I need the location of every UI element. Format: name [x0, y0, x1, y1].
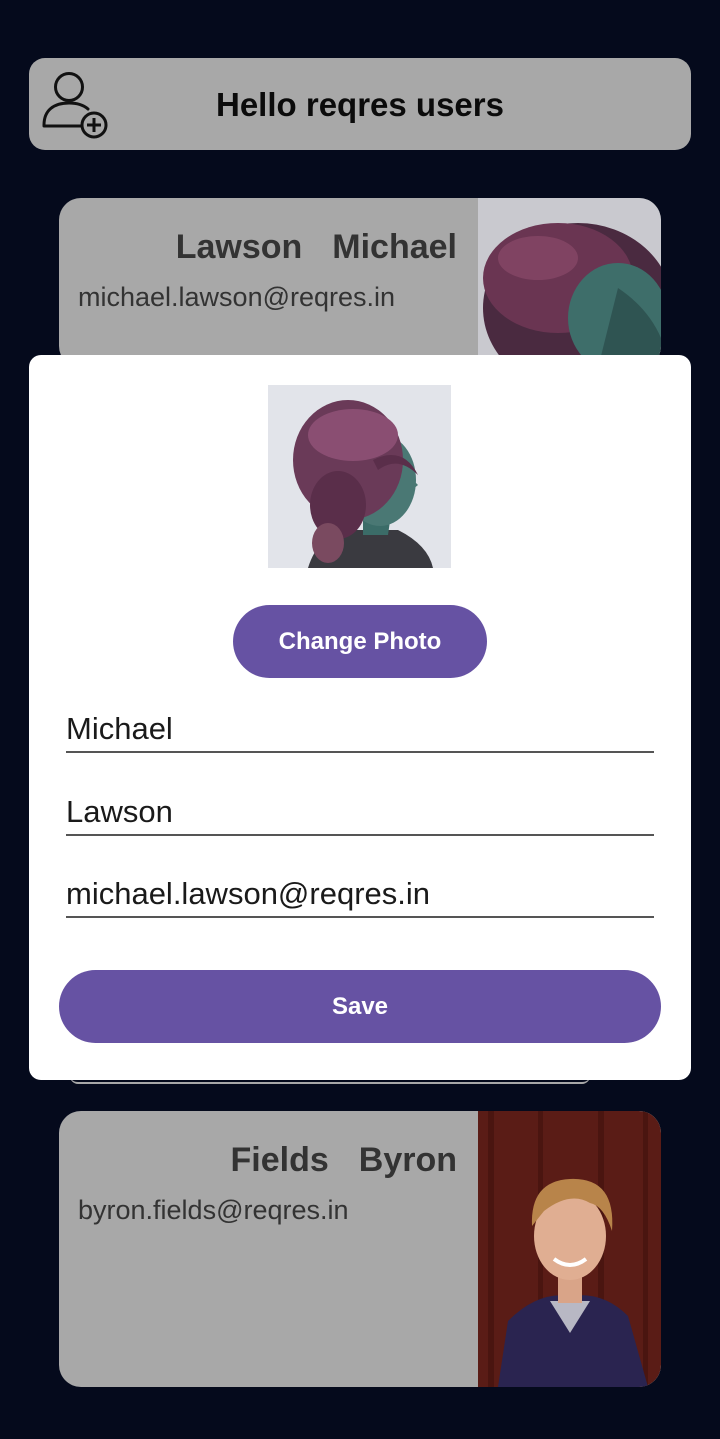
email-field[interactable] — [66, 872, 654, 918]
user-first-name: Byron — [358, 1141, 457, 1179]
user-photo-preview — [268, 385, 451, 568]
user-avatar — [478, 1111, 661, 1387]
user-card[interactable]: Lawson Michael michael.lawson@reqres.in — [59, 198, 661, 368]
app-header: Hello reqres users — [29, 58, 691, 150]
user-name: Lawson Michael — [176, 228, 457, 267]
last-name-field[interactable] — [66, 790, 654, 836]
user-first-name: Michael — [332, 228, 457, 266]
save-button[interactable]: Save — [59, 970, 661, 1043]
user-email: michael.lawson@reqres.in — [78, 282, 396, 312]
user-last-name: Lawson — [175, 228, 303, 266]
edit-user-dialog: Change Photo Save — [29, 355, 691, 1080]
user-avatar — [478, 198, 661, 368]
first-name-field[interactable] — [66, 707, 654, 753]
user-card[interactable]: Fields Byron byron.fields@reqres.in — [59, 1111, 661, 1387]
user-email: byron.fields@reqres.in — [78, 1195, 349, 1225]
user-name: Fields Byron — [231, 1141, 457, 1180]
user-last-name: Fields — [230, 1141, 329, 1179]
page-title: Hello reqres users — [216, 86, 504, 123]
change-photo-button[interactable]: Change Photo — [233, 605, 487, 678]
